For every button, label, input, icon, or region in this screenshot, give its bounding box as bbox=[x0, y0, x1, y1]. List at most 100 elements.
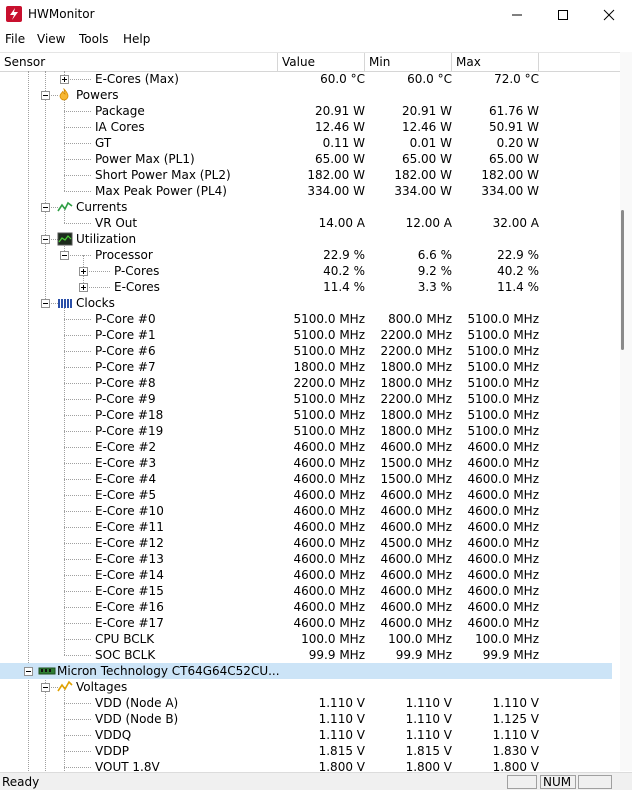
table-row[interactable]: P-Core #18 5100.0 MHz 1800.0 MHz 5100.0 MHz bbox=[0, 407, 620, 423]
table-row[interactable]: VOUT 1.8V 1.800 V 1.800 V 1.800 V bbox=[0, 759, 620, 771]
table-row[interactable]: Max Peak Power (PL4) 334.00 W 334.00 W 334.… bbox=[0, 183, 620, 199]
collapse-icon[interactable] bbox=[60, 251, 69, 260]
table-row[interactable]: E-Cores (Max) 60.0 °C 60.0 °C 72.0 °C bbox=[0, 71, 620, 87]
expand-icon[interactable] bbox=[60, 75, 69, 84]
table-row[interactable]: VR Out 14.00 A 12.00 A 32.00 A bbox=[0, 215, 620, 231]
table-row[interactable]: Clocks bbox=[0, 295, 620, 311]
table-row[interactable]: E-Core #14 4600.0 MHz 4600.0 MHz 4600.0 MHz bbox=[0, 567, 620, 583]
sensor-max: 4600.0 MHz bbox=[467, 600, 539, 614]
table-row[interactable]: E-Core #17 4600.0 MHz 4600.0 MHz 4600.0 MHz bbox=[0, 615, 620, 631]
sensor-max: 4600.0 MHz bbox=[467, 584, 539, 598]
table-row[interactable]: SOC BCLK 99.9 MHz 99.9 MHz 99.9 MHz bbox=[0, 647, 620, 663]
collapse-icon[interactable] bbox=[41, 683, 50, 692]
table-row[interactable]: VDD (Node B) 1.110 V 1.110 V 1.125 V bbox=[0, 711, 620, 727]
sensor-max: 4600.0 MHz bbox=[467, 616, 539, 630]
table-row[interactable]: VDDQ 1.110 V 1.110 V 1.110 V bbox=[0, 727, 620, 743]
column-value[interactable]: Value bbox=[278, 53, 365, 71]
table-row[interactable]: P-Core #6 5100.0 MHz 2200.0 MHz 5100.0 MHz bbox=[0, 343, 620, 359]
table-row[interactable]: E-Core #12 4600.0 MHz 4500.0 MHz 4600.0 MHz bbox=[0, 535, 620, 551]
table-row[interactable]: P-Cores 40.2 % 9.2 % 40.2 % bbox=[0, 263, 620, 279]
sensor-max: 50.91 W bbox=[488, 120, 539, 134]
table-row[interactable]: VDDP 1.815 V 1.815 V 1.830 V bbox=[0, 743, 620, 759]
column-sensor[interactable]: Sensor bbox=[0, 53, 278, 71]
table-row[interactable]: Currents bbox=[0, 199, 620, 215]
table-row[interactable]: E-Core #13 4600.0 MHz 4600.0 MHz 4600.0 MHz bbox=[0, 551, 620, 567]
table-row[interactable]: CPU BCLK 100.0 MHz 100.0 MHz 100.0 MHz bbox=[0, 631, 620, 647]
sensor-label: Max Peak Power (PL4) bbox=[95, 184, 227, 198]
table-row[interactable]: GT 0.11 W 0.01 W 0.20 W bbox=[0, 135, 620, 151]
sensor-min: 182.00 W bbox=[394, 168, 452, 182]
sensor-min: 4600.0 MHz bbox=[380, 584, 452, 598]
table-row[interactable]: P-Core #7 1800.0 MHz 1800.0 MHz 5100.0 MHz bbox=[0, 359, 620, 375]
sensor-max: 4600.0 MHz bbox=[467, 504, 539, 518]
sensor-label: E-Core #13 bbox=[95, 552, 164, 566]
sensor-value: 4600.0 MHz bbox=[293, 568, 365, 582]
menu-view[interactable]: View bbox=[37, 32, 65, 46]
table-row[interactable]: E-Core #2 4600.0 MHz 4600.0 MHz 4600.0 MHz bbox=[0, 439, 620, 455]
scrollbar-thumb[interactable] bbox=[621, 210, 624, 350]
table-row[interactable]: E-Cores 11.4 % 3.3 % 11.4 % bbox=[0, 279, 620, 295]
table-row[interactable]: P-Core #1 5100.0 MHz 2200.0 MHz 5100.0 MHz bbox=[0, 327, 620, 343]
sensor-max: 5100.0 MHz bbox=[467, 424, 539, 438]
column-max[interactable]: Max bbox=[452, 53, 539, 71]
table-row[interactable]: Voltages bbox=[0, 679, 620, 695]
table-row[interactable]: E-Core #11 4600.0 MHz 4600.0 MHz 4600.0 MHz bbox=[0, 519, 620, 535]
collapse-icon[interactable] bbox=[41, 235, 50, 244]
sensor-value: 4600.0 MHz bbox=[293, 440, 365, 454]
minimize-button[interactable] bbox=[494, 0, 540, 30]
sensor-min: 12.46 W bbox=[401, 120, 452, 134]
expand-icon[interactable] bbox=[79, 267, 88, 276]
table-row[interactable]: P-Core #8 2200.0 MHz 1800.0 MHz 5100.0 MHz bbox=[0, 375, 620, 391]
sensor-label: Micron Technology CT64G64C52CU... bbox=[57, 664, 280, 678]
vertical-scrollbar[interactable] bbox=[620, 52, 632, 771]
sensor-max: 334.00 W bbox=[481, 184, 539, 198]
sensor-tree[interactable]: E-Cores (Max) 60.0 °C 60.0 °C 72.0 °C Powers… bbox=[0, 71, 620, 771]
sensor-min: 100.0 MHz bbox=[388, 632, 452, 646]
column-min[interactable]: Min bbox=[365, 53, 452, 71]
collapse-icon[interactable] bbox=[41, 203, 50, 212]
table-row[interactable]: IA Cores 12.46 W 12.46 W 50.91 W bbox=[0, 119, 620, 135]
table-row[interactable]: E-Core #3 4600.0 MHz 1500.0 MHz 4600.0 MHz bbox=[0, 455, 620, 471]
sensor-min: 1800.0 MHz bbox=[380, 376, 452, 390]
table-row[interactable]: Power Max (PL1) 65.00 W 65.00 W 65.00 W bbox=[0, 151, 620, 167]
table-row[interactable]: E-Core #4 4600.0 MHz 1500.0 MHz 4600.0 MHz bbox=[0, 471, 620, 487]
menu-file[interactable]: File bbox=[5, 32, 25, 46]
sensor-value: 4600.0 MHz bbox=[293, 488, 365, 502]
table-row[interactable]: E-Core #5 4600.0 MHz 4600.0 MHz 4600.0 MHz bbox=[0, 487, 620, 503]
sensor-label: E-Core #16 bbox=[95, 600, 164, 614]
sensor-label: E-Core #4 bbox=[95, 472, 157, 486]
table-row[interactable]: Utilization bbox=[0, 231, 620, 247]
collapse-icon[interactable] bbox=[41, 91, 50, 100]
close-button[interactable] bbox=[586, 0, 632, 30]
sensor-max: 4600.0 MHz bbox=[467, 472, 539, 486]
table-row[interactable]: Short Power Max (PL2) 182.00 W 182.00 W 182… bbox=[0, 167, 620, 183]
sensor-max: 1.110 V bbox=[492, 728, 539, 742]
sensor-label: E-Core #5 bbox=[95, 488, 157, 502]
menu-tools[interactable]: Tools bbox=[79, 32, 109, 46]
collapse-icon[interactable] bbox=[41, 299, 50, 308]
table-row[interactable]: Processor 22.9 % 6.6 % 22.9 % bbox=[0, 247, 620, 263]
table-row[interactable]: VDD (Node A) 1.110 V 1.110 V 1.110 V bbox=[0, 695, 620, 711]
table-row[interactable]: Powers bbox=[0, 87, 620, 103]
collapse-icon[interactable] bbox=[24, 667, 33, 676]
table-row[interactable]: E-Core #15 4600.0 MHz 4600.0 MHz 4600.0 MHz bbox=[0, 583, 620, 599]
expand-icon[interactable] bbox=[79, 283, 88, 292]
table-row[interactable]: P-Core #0 5100.0 MHz 800.0 MHz 5100.0 MHz bbox=[0, 311, 620, 327]
sensor-label: E-Core #2 bbox=[95, 440, 157, 454]
status-text: Ready bbox=[2, 775, 40, 789]
table-row[interactable]: Micron Technology CT64G64C52CU... bbox=[0, 663, 612, 679]
table-row[interactable]: P-Core #19 5100.0 MHz 1800.0 MHz 5100.0 MHz bbox=[0, 423, 620, 439]
sensor-label: P-Core #9 bbox=[95, 392, 156, 406]
sensor-label: Currents bbox=[76, 200, 128, 214]
sensor-min: 4500.0 MHz bbox=[380, 536, 452, 550]
sensor-min: 3.3 % bbox=[417, 280, 452, 294]
menu-help[interactable]: Help bbox=[123, 32, 150, 46]
maximize-button[interactable] bbox=[540, 0, 586, 30]
voltage-icon bbox=[57, 680, 73, 694]
table-row[interactable]: P-Core #9 5100.0 MHz 2200.0 MHz 5100.0 MHz bbox=[0, 391, 620, 407]
table-row[interactable]: Package 20.91 W 20.91 W 61.76 W bbox=[0, 103, 620, 119]
sensor-value: 1.800 V bbox=[318, 760, 365, 771]
table-row[interactable]: E-Core #16 4600.0 MHz 4600.0 MHz 4600.0 MHz bbox=[0, 599, 620, 615]
sensor-max: 1.830 V bbox=[492, 744, 539, 758]
table-row[interactable]: E-Core #10 4600.0 MHz 4600.0 MHz 4600.0 MHz bbox=[0, 503, 620, 519]
